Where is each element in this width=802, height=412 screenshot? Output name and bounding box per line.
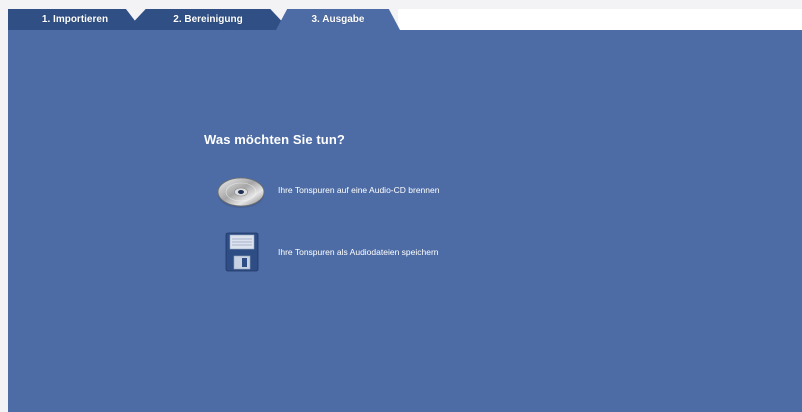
- cd-disc-icon[interactable]: [216, 168, 266, 212]
- output-panel: Was möchten Sie tun? Ihre Tonspuren auf …: [8, 30, 802, 412]
- floppy-disk-icon[interactable]: [216, 230, 266, 274]
- save-audio-files-option[interactable]: Ihre Tonspuren als Audiodateien speicher…: [216, 230, 439, 274]
- tab-strip: 1. Importieren 2. Bereinigung 3. Ausgabe: [8, 9, 802, 30]
- tab-strip-filler: [398, 9, 802, 30]
- page-heading: Was möchten Sie tun?: [204, 132, 345, 147]
- burn-audio-cd-label[interactable]: Ihre Tonspuren auf eine Audio-CD brennen: [278, 185, 439, 195]
- tab-bereinigung[interactable]: 2. Bereinigung: [126, 9, 290, 30]
- burn-audio-cd-option[interactable]: Ihre Tonspuren auf eine Audio-CD brennen: [216, 168, 439, 212]
- tab-importieren[interactable]: 1. Importieren: [8, 9, 142, 30]
- app-window: 1. Importieren 2. Bereinigung 3. Ausgabe…: [0, 0, 802, 412]
- save-audio-files-label[interactable]: Ihre Tonspuren als Audiodateien speicher…: [278, 247, 439, 257]
- tab-ausgabe[interactable]: 3. Ausgabe: [276, 9, 400, 30]
